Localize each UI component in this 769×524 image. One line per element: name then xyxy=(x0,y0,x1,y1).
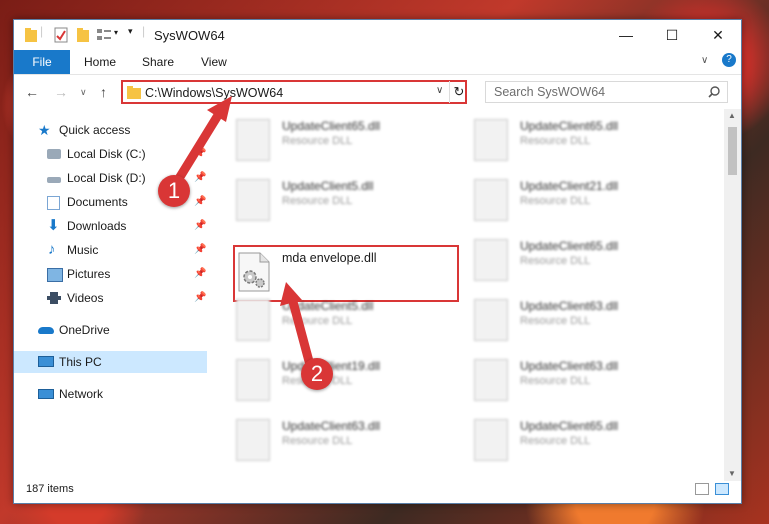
annotation-arrow-2 xyxy=(287,293,315,370)
annotation-overlay xyxy=(170,96,315,370)
step-badge-1: 1 xyxy=(158,175,190,207)
step-badge-2: 2 xyxy=(301,358,333,390)
annotation-arrow-1 xyxy=(170,107,225,190)
annotation-arrowhead-2 xyxy=(280,282,302,306)
